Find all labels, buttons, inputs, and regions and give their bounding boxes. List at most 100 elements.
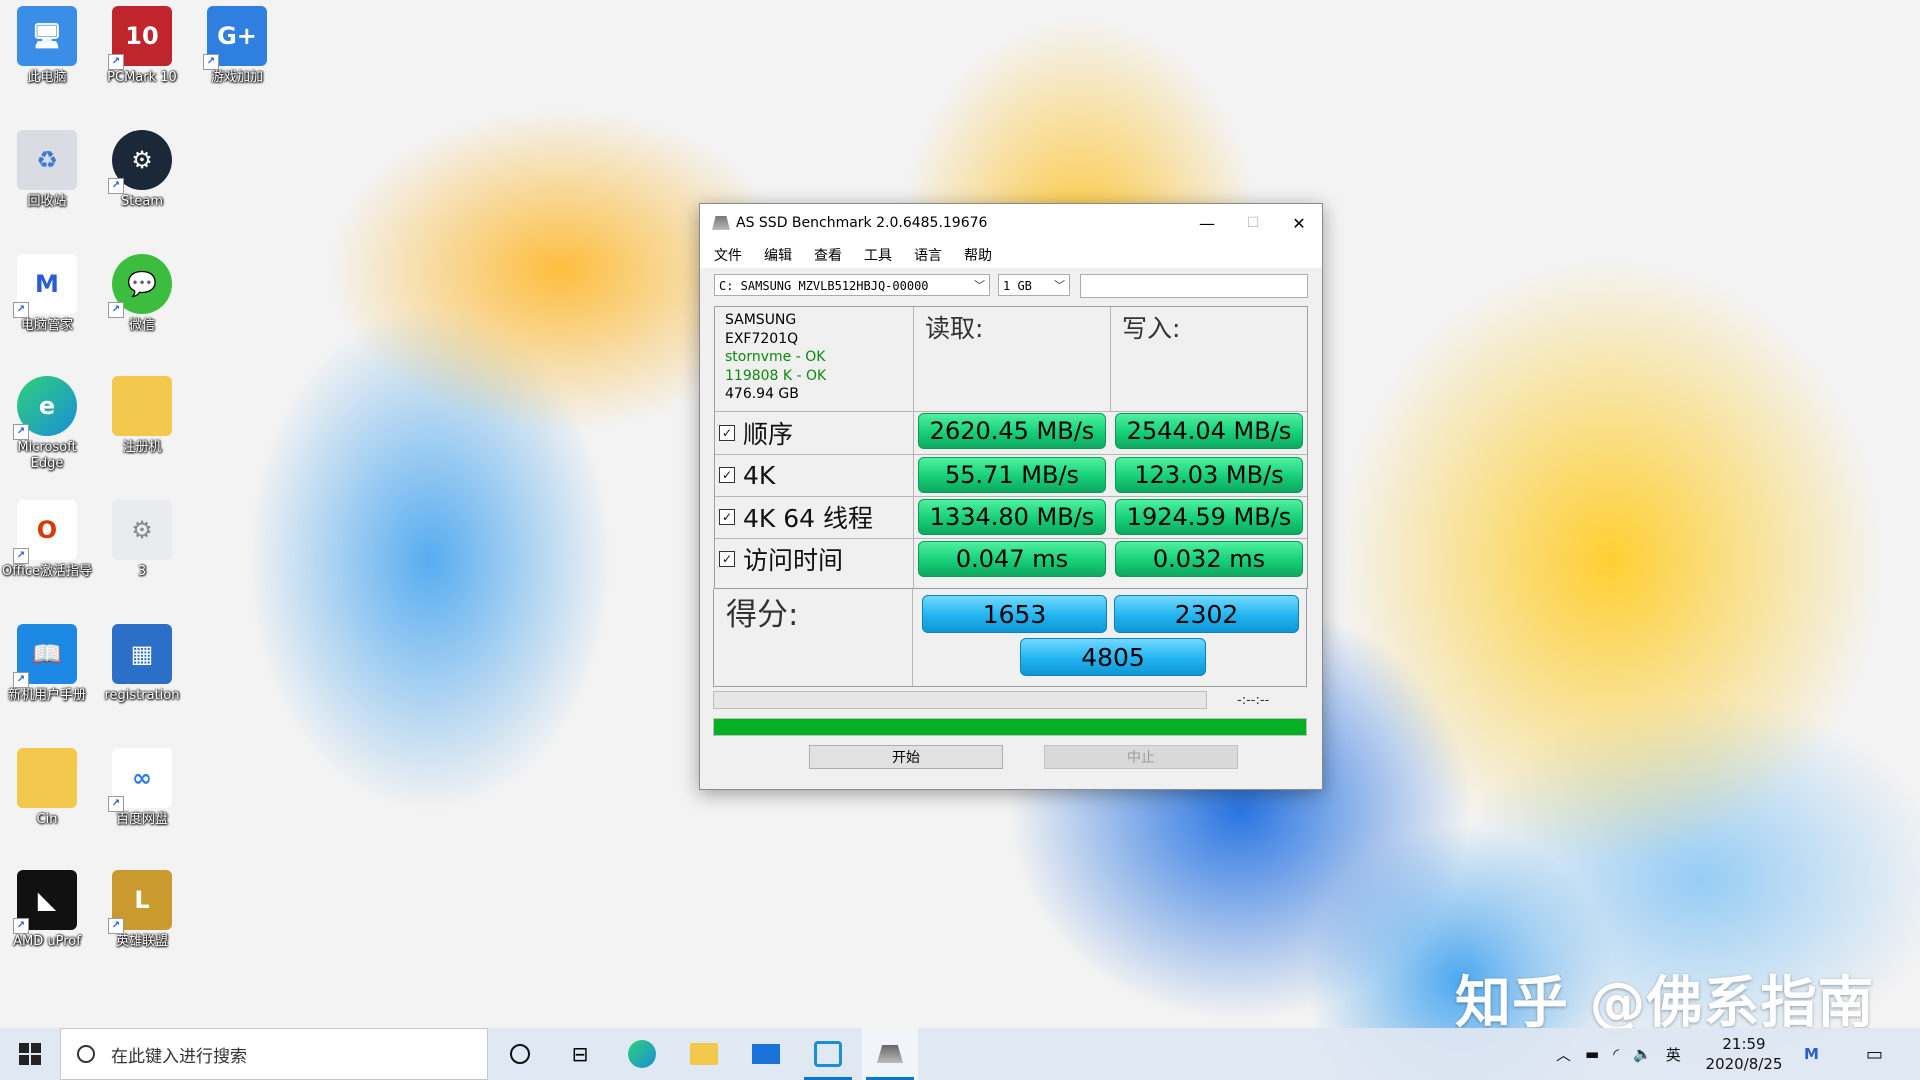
menu-language[interactable]: 语言 [914, 245, 942, 265]
desktop-icon-lol[interactable]: L ↗ 英雄联盟 [97, 870, 187, 950]
chevron-down-icon: ﹀ [1054, 279, 1065, 292]
checkbox-checked-icon[interactable]: ✓ [719, 425, 735, 441]
desktop-icon-label: registration [104, 688, 180, 703]
manual-icon: 📖 ↗ [13, 624, 77, 688]
checkbox-checked-icon[interactable]: ✓ [719, 509, 735, 525]
size-select-value: 1 GB [1003, 279, 1032, 293]
row-access-time[interactable]: ✓ 访问时间 [719, 541, 843, 577]
search-placeholder: 在此键入进行搜索 [111, 1046, 247, 1067]
windows-logo-icon [19, 1043, 41, 1065]
desktop-icon-label: Steam [121, 194, 163, 209]
wifi-icon[interactable]: ◜ [1613, 1045, 1619, 1063]
desktop-icon-baidu-netdisk[interactable]: ∞ ↗ 百度网盘 [97, 748, 187, 828]
chevron-up-icon[interactable]: ︿ [1556, 1044, 1571, 1065]
desktop-icon-amd-uprof[interactable]: ◣ ↗ AMD uProf [2, 870, 92, 950]
title-bar[interactable]: AS SSD Benchmark 2.0.6485.19676 — ☐ ✕ [700, 204, 1322, 242]
size-select[interactable]: 1 GB ﹀ [998, 274, 1070, 296]
score-write: 2302 [1114, 595, 1299, 633]
cortana-icon [510, 1044, 530, 1064]
score-panel: 得分: 1653 2302 4805 [713, 589, 1307, 687]
ime-indicator[interactable]: 英 [1666, 1044, 1681, 1065]
settings-file-icon: ⚙ [112, 500, 172, 560]
checkbox-checked-icon[interactable]: ✓ [719, 467, 735, 483]
menu-file[interactable]: 文件 [714, 245, 742, 265]
taskbar-file-explorer[interactable] [676, 1028, 732, 1080]
taskbar-as-ssd[interactable] [862, 1028, 918, 1080]
row-4k-64thrd[interactable]: ✓ 4K 64 线程 [719, 499, 873, 535]
clock[interactable]: 21:59 2020/8/25 [1696, 1034, 1792, 1074]
grid-line [715, 496, 1307, 497]
row-label: 4K 64 线程 [743, 504, 874, 533]
grid-line [912, 589, 913, 686]
row-sequential[interactable]: ✓ 顺序 [719, 415, 793, 451]
desktop-icon-registration[interactable]: ▦ registration [97, 624, 187, 704]
watermark: 知乎 @佛系指南 [1455, 971, 1875, 1036]
desktop-icon-office-guide[interactable]: O ↗ Office激活指导 [2, 500, 92, 580]
recycle-bin-icon: ♻ [17, 130, 77, 190]
result-seq-read: 2620.45 MB/s [918, 413, 1106, 449]
result-4k64-write: 1924.59 MB/s [1115, 499, 1303, 535]
desktop-icon-label: PCMark 10 [107, 70, 177, 85]
desktop-icon-edge[interactable]: e ↗ Microsoft Edge [2, 376, 92, 472]
taskbar-app-pc-manager[interactable] [800, 1028, 856, 1080]
clock-time: 21:59 [1722, 1035, 1766, 1053]
pc-manager-tray-icon[interactable]: M [1804, 1028, 1819, 1080]
row-4k[interactable]: ✓ 4K [719, 457, 775, 493]
read-header: 读取: [925, 314, 984, 343]
start-button[interactable]: 开始 [809, 745, 1003, 769]
drive-select[interactable]: C: SAMSUNG MZVLB512HBJQ-00000 ﹀ [714, 274, 990, 296]
office-icon: O ↗ [13, 500, 77, 564]
menu-edit[interactable]: 编辑 [764, 245, 792, 265]
abort-button[interactable]: 中止 [1044, 745, 1238, 769]
desktop-icon-label: Microsoft Edge [17, 440, 77, 471]
computer-icon: 🖥 [17, 6, 77, 66]
drive-select-value: C: SAMSUNG MZVLB512HBJQ-00000 [719, 279, 929, 293]
menu-view[interactable]: 查看 [814, 245, 842, 265]
desktop-icon-wechat[interactable]: 💬 ↗ 微信 [97, 254, 187, 334]
desktop-icon-keygen-folder[interactable]: 注册机 [97, 376, 187, 456]
score-label: 得分: [726, 597, 799, 633]
baidu-netdisk-icon: ∞ ↗ [108, 748, 172, 812]
grid-line [913, 411, 914, 588]
desktop-icon-3[interactable]: ⚙ 3 [97, 500, 187, 580]
cortana-button[interactable] [492, 1028, 548, 1080]
desktop-icon-recycle-bin[interactable]: ♻ 回收站 [2, 130, 92, 210]
battery-icon[interactable]: ▬ [1585, 1045, 1599, 1063]
progress-bar-fill [714, 719, 1306, 735]
wechat-icon: 💬 ↗ [108, 254, 172, 318]
desktop-icon-label: 新机用户手册 [7, 688, 86, 703]
checkbox-checked-icon[interactable]: ✓ [719, 551, 735, 567]
menu-tools[interactable]: 工具 [864, 245, 892, 265]
desktop-icon-pcmark[interactable]: 10 ↗ PCMark 10 [97, 6, 187, 86]
lol-icon: L ↗ [108, 870, 172, 934]
drive-firmware: EXF7201Q [725, 330, 799, 347]
pcmark-icon: 10 ↗ [108, 6, 172, 70]
close-button[interactable]: ✕ [1276, 204, 1322, 242]
status-field [1080, 274, 1308, 298]
result-4k64-read: 1334.80 MB/s [918, 499, 1106, 535]
maximize-button[interactable]: ☐ [1230, 204, 1276, 242]
desktop-icon-this-pc[interactable]: 🖥 此电脑 [2, 6, 92, 86]
desktop-icon-cin-folder[interactable]: Cin [2, 748, 92, 828]
taskbar-mail[interactable] [738, 1028, 794, 1080]
volume-icon[interactable]: 🔈 [1633, 1045, 1652, 1063]
desktop-icon-game-booster[interactable]: G+ ↗ 游戏加加 [192, 6, 282, 86]
row-label: 访问时间 [743, 546, 844, 575]
task-view-button[interactable]: ⊟ [552, 1028, 608, 1080]
registration-icon: ▦ [112, 624, 172, 684]
mail-icon [752, 1044, 780, 1064]
desktop-icon-label: Office激活指导 [2, 564, 92, 579]
menu-help[interactable]: 帮助 [964, 245, 992, 265]
progress-bar-empty [713, 691, 1207, 709]
notification-icon[interactable]: ▭ [1866, 1028, 1883, 1080]
desktop-icon-steam[interactable]: ⚙ ↗ Steam [97, 130, 187, 210]
desktop-icon-user-manual[interactable]: 📖 ↗ 新机用户手册 [2, 624, 92, 704]
amd-icon: ◣ ↗ [13, 870, 77, 934]
write-header: 写入: [1122, 314, 1181, 343]
desktop-icon-pc-manager[interactable]: M ↗ 电脑管家 [2, 254, 92, 334]
taskbar-search-box[interactable]: 在此键入进行搜索 [60, 1028, 488, 1080]
window-title: AS SSD Benchmark 2.0.6485.19676 [736, 215, 988, 231]
minimize-button[interactable]: — [1184, 204, 1230, 242]
taskbar-edge[interactable] [614, 1028, 670, 1080]
start-button[interactable] [0, 1028, 60, 1080]
